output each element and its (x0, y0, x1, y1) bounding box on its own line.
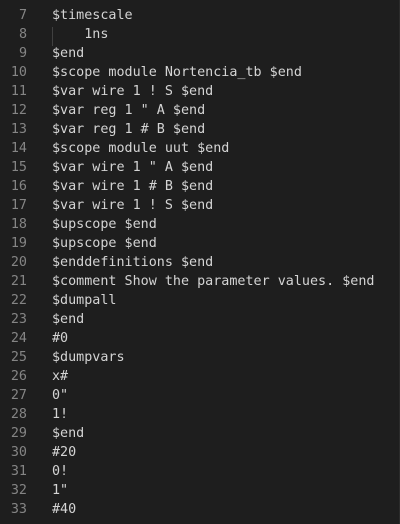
code-text: $upscope $end (52, 217, 157, 232)
code-line[interactable]: 13 $var reg 1 # B $end (0, 120, 400, 139)
code-text: $comment Show the parameter values. $end (52, 274, 375, 289)
code-text: $end (52, 46, 85, 61)
line-number: 18 (10, 217, 27, 232)
line-number: 20 (10, 255, 27, 270)
line-number: 7 (18, 8, 27, 23)
code-line[interactable]: 9 $end (0, 44, 400, 63)
line-number: 12 (10, 103, 27, 118)
line-number: 23 (10, 312, 27, 327)
line-number: 10 (10, 65, 27, 80)
code-line[interactable]: 8 1ns (0, 25, 400, 44)
line-number: 19 (10, 236, 27, 251)
code-text: $dumpall (52, 293, 117, 308)
code-line[interactable]: 16 $var wire 1 # B $end (0, 177, 400, 196)
line-number: 9 (18, 46, 27, 61)
code-line[interactable]: 12 $var reg 1 " A $end (0, 101, 400, 120)
code-line[interactable]: 15 $var wire 1 " A $end (0, 158, 400, 177)
line-number: 11 (10, 84, 27, 99)
code-line[interactable]: 17 $var wire 1 ! S $end (0, 196, 400, 215)
line-number: 29 (10, 426, 27, 441)
code-line[interactable]: 22 $dumpall (0, 291, 400, 310)
code-text: $end (52, 426, 85, 441)
code-line[interactable]: 19 $upscope $end (0, 234, 400, 253)
code-text: $scope module uut $end (52, 141, 230, 156)
code-line[interactable]: 25 $dumpvars (0, 348, 400, 367)
line-number: 27 (10, 388, 27, 403)
code-line[interactable]: 31 0! (0, 462, 400, 481)
code-text: 1! (52, 407, 69, 422)
code-line[interactable]: 10 $scope module Nortencia_tb $end (0, 63, 400, 82)
code-line[interactable]: 7 $timescale (0, 6, 400, 25)
code-text: 0! (52, 464, 69, 479)
line-number: 33 (10, 502, 27, 517)
code-text: $end (52, 312, 85, 327)
code-text: $enddefinitions $end (52, 255, 214, 270)
code-editor[interactable]: 7 $timescale 8 1ns 9 $end 10 $scope module Nor… (0, 0, 400, 524)
code-line[interactable]: 33 #40 (0, 500, 400, 519)
line-number: 31 (10, 464, 27, 479)
code-text: $var reg 1 # B $end (52, 122, 206, 137)
code-line[interactable]: 11 $var wire 1 ! S $end (0, 82, 400, 101)
code-line[interactable]: 20 $enddefinitions $end (0, 253, 400, 272)
code-line[interactable]: 27 0" (0, 386, 400, 405)
code-text: 1ns (52, 27, 109, 42)
line-number: 25 (10, 350, 27, 365)
code-text: $var wire 1 ! S $end (52, 84, 214, 99)
code-line[interactable]: 24 #0 (0, 329, 400, 348)
code-text: #20 (52, 445, 77, 460)
code-line[interactable]: 26 x# (0, 367, 400, 386)
code-text: $upscope $end (52, 236, 157, 251)
code-text: $var wire 1 " A $end (52, 160, 214, 175)
line-number: 16 (10, 179, 27, 194)
code-text: $scope module Nortencia_tb $end (52, 65, 302, 80)
line-number: 13 (10, 122, 27, 137)
code-text: 0" (52, 388, 69, 403)
line-number: 17 (10, 198, 27, 213)
line-number: 21 (10, 274, 27, 289)
code-line[interactable]: 14 $scope module uut $end (0, 139, 400, 158)
code-line[interactable]: 18 $upscope $end (0, 215, 400, 234)
code-text: $var wire 1 ! S $end (52, 198, 214, 213)
line-number: 28 (10, 407, 27, 422)
code-line[interactable]: 21 $comment Show the parameter values. $e… (0, 272, 400, 291)
code-text: $var reg 1 " A $end (52, 103, 206, 118)
code-text: $var wire 1 # B $end (52, 179, 214, 194)
line-number: 32 (10, 483, 27, 498)
code-text: #0 (52, 331, 69, 346)
code-line[interactable]: 32 1" (0, 481, 400, 500)
line-number: 24 (10, 331, 27, 346)
line-number: 14 (10, 141, 27, 156)
code-text: 1" (52, 483, 69, 498)
line-number: 30 (10, 445, 27, 460)
code-text: $dumpvars (52, 350, 125, 365)
code-line[interactable]: 23 $end (0, 310, 400, 329)
line-number: 22 (10, 293, 27, 308)
code-text: $timescale (52, 8, 133, 23)
line-number: 26 (10, 369, 27, 384)
code-line[interactable]: 28 1! (0, 405, 400, 424)
code-text: x# (52, 369, 69, 384)
code-line[interactable]: 29 $end (0, 424, 400, 443)
code-text: #40 (52, 502, 77, 517)
code-line[interactable]: 30 #20 (0, 443, 400, 462)
line-number: 8 (18, 27, 27, 42)
line-number: 15 (10, 160, 27, 175)
